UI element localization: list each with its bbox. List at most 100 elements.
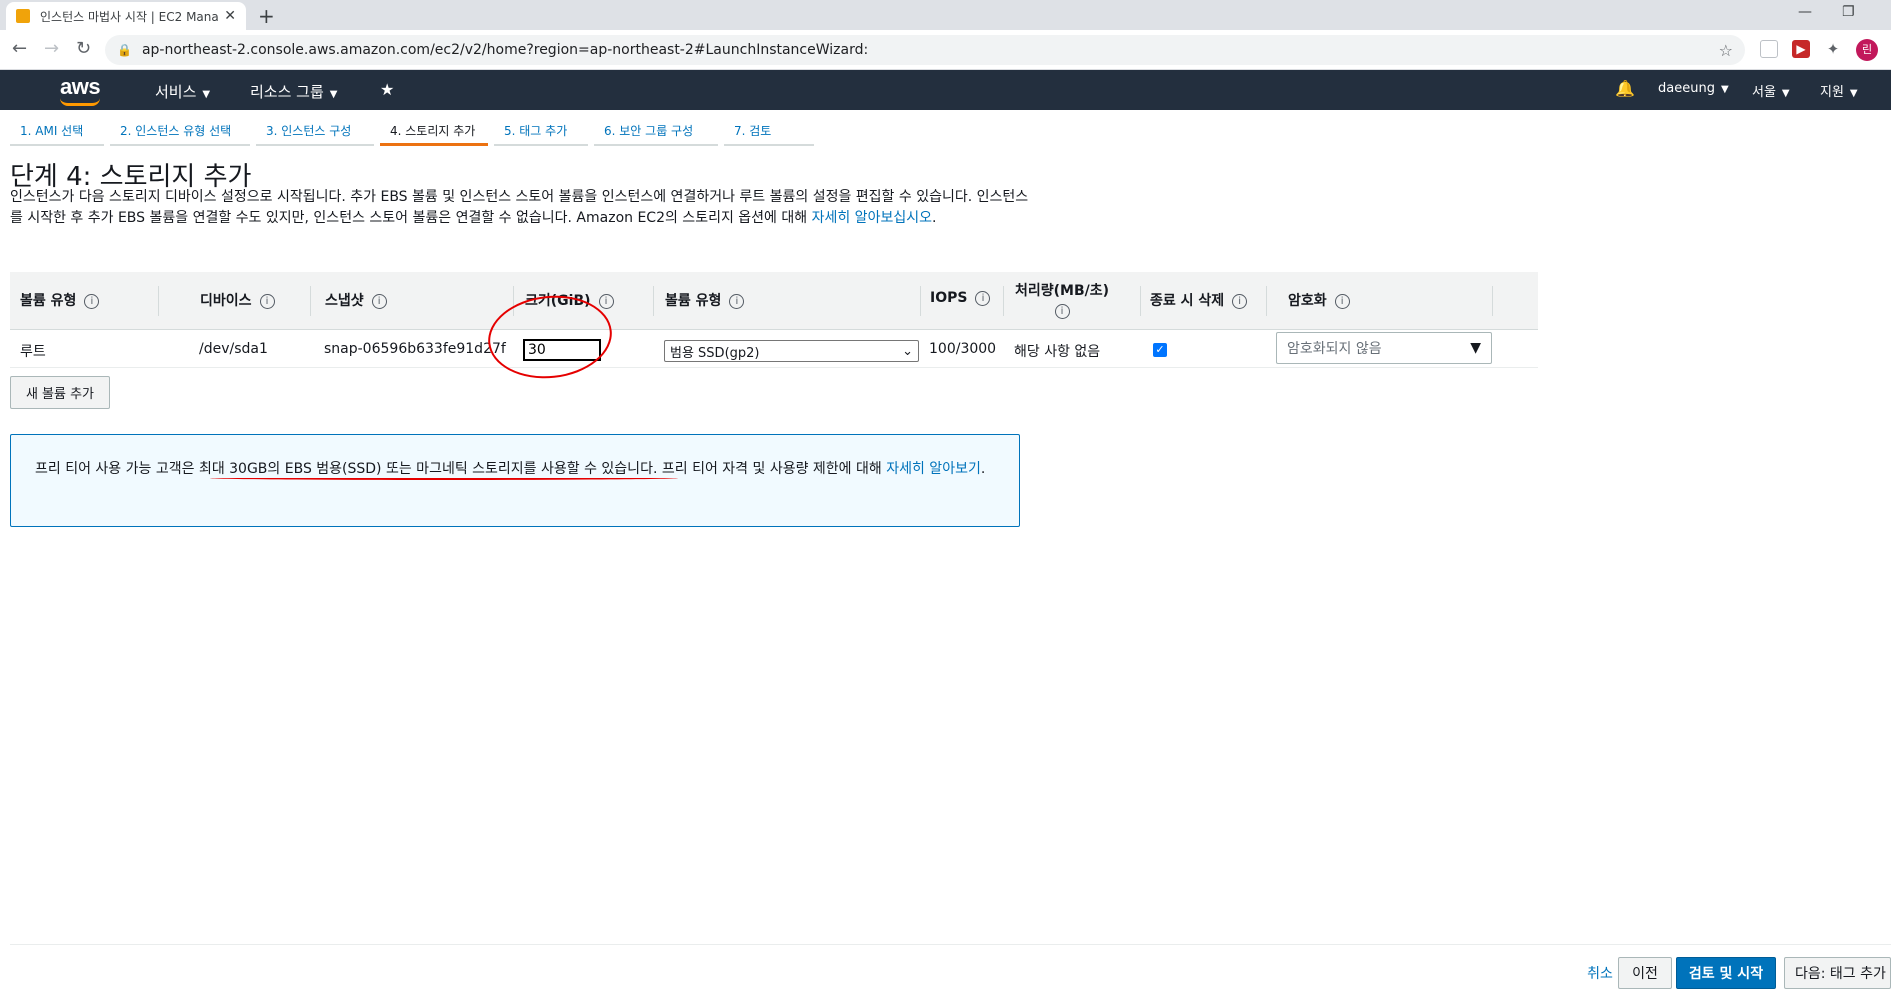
header-label: 디바이스 [200,293,252,309]
header-label: 볼륨 유형 [665,293,722,309]
address-bar[interactable]: 🔒 ap-northeast-2.console.aws.amazon.com/… [105,35,1745,65]
column-divider [1140,286,1141,316]
reload-icon[interactable]: ↻ [76,38,91,59]
region-label: 서울 [1752,85,1776,100]
cell-iops: 100/3000 [929,341,997,357]
aws-navbar: aws 서비스 ▼ 리소스 그룹 ▼ ★ 🔔 daeeung ▼ 서울 ▼ 지원 ▼ [0,70,1891,110]
user-label: daeeung [1658,81,1715,96]
alert-middle: . 프리 티어 자격 및 사용량 제한에 대해 [652,461,887,477]
region-menu[interactable]: 서울 ▼ [1752,81,1790,100]
profile-avatar[interactable]: 린 [1856,39,1878,61]
chevron-down-icon: ▼ [1849,88,1858,99]
chevron-down-icon: ▼ [1781,88,1790,99]
cell-device: /dev/sda1 [199,341,268,357]
header-snapshot: 스냅샷 i [325,290,387,310]
aws-logo[interactable]: aws [60,74,101,106]
column-divider [1003,286,1004,316]
learn-more-link[interactable]: 자세히 알아보십시오 [812,210,932,226]
bell-icon[interactable]: 🔔 [1615,79,1635,98]
table-row: 루트 /dev/sda1 snap-06596b633fe91d27f 범용 S… [10,330,1538,368]
extension-icon[interactable] [1760,40,1778,58]
header-delete-on-termination: 종료 시 삭제 i [1150,290,1248,310]
cell-snapshot: snap-06596b633fe91d27f [324,341,506,357]
alert-end: . [980,461,986,477]
aws-smile-icon [60,98,100,106]
tab-instance-type[interactable]: 2. 인스턴스 유형 선택 [110,118,250,146]
services-label: 서비스 [155,83,197,101]
chevron-down-icon: ▼ [202,89,211,100]
back-icon[interactable]: ← [12,38,27,59]
puzzle-icon[interactable]: ✦ [1824,40,1842,58]
lock-icon: 🔒 [117,43,132,57]
info-icon[interactable]: i [259,293,275,309]
page-description: 인스턴스가 다음 스토리지 디바이스 설정으로 시작됩니다. 추가 EBS 볼륨… [10,187,1030,229]
header-encryption: 암호화 i [1288,290,1350,310]
annotation-underline [210,476,678,480]
alert-highlight: 최대 30GB의 EBS 범용(SSD) 또는 마그네틱 스토리지를 사용할 수… [198,461,653,477]
pin-icon[interactable]: ★ [380,80,394,99]
free-tier-learn-more-link[interactable]: 자세히 알아보기 [886,461,981,477]
header-label: IOPS [930,290,968,306]
header-label: 스냅샷 [325,293,364,309]
support-menu[interactable]: 지원 ▼ [1820,81,1858,100]
wizard-footer: 취소 이전 검토 및 시작 다음: 태그 추가 [10,944,1891,1008]
chevron-down-icon: ▼ [1720,84,1729,95]
tab-add-storage[interactable]: 4. 스토리지 추가 [380,118,488,146]
header-throughput: 처리량(MB/초) i [1015,280,1109,319]
volume-type-select[interactable]: 범용 SSD(gp2) ⌄ [664,340,919,362]
new-tab-icon[interactable]: + [258,4,275,28]
free-tier-alert: 프리 티어 사용 가능 고객은 최대 30GB의 EBS 범용(SSD) 또는 … [10,434,1020,527]
tab-security-group[interactable]: 6. 보안 그룹 구성 [594,118,718,146]
bookmark-star-icon[interactable]: ☆ [1719,41,1733,60]
aws-favicon-icon [16,9,30,23]
review-and-launch-button[interactable]: 검토 및 시작 [1676,957,1776,989]
next-add-tags-button[interactable]: 다음: 태그 추가 [1784,957,1891,989]
tab-add-tags[interactable]: 5. 태그 추가 [494,118,588,146]
description-end: . [931,210,937,226]
browser-toolbar: ← → ↻ 🔒 ap-northeast-2.console.aws.amazo… [0,30,1891,70]
info-icon[interactable]: i [729,293,745,309]
forward-icon[interactable]: → [44,38,59,59]
restore-icon[interactable]: ❐ [1842,4,1855,20]
info-icon[interactable]: i [975,290,991,306]
chevron-down-icon: ⌄ [902,343,913,359]
wizard-steps: 1. AMI 선택 2. 인스턴스 유형 선택 3. 인스턴스 구성 4. 스토… [10,118,820,148]
browser-tab[interactable]: 인스턴스 마법사 시작 | EC2 Mana ✕ [6,2,246,30]
close-tab-icon[interactable]: ✕ [224,8,236,24]
resource-groups-label: 리소스 그룹 [250,83,324,101]
browser-tabstrip: 인스턴스 마법사 시작 | EC2 Mana ✕ + — ❐ [0,0,1891,30]
resource-groups-menu[interactable]: 리소스 그룹 ▼ [250,81,337,102]
column-divider [158,286,159,316]
extension-red-icon[interactable]: ▶ [1792,40,1810,58]
header-label: 종료 시 삭제 [1150,293,1225,309]
user-menu[interactable]: daeeung ▼ [1658,81,1729,96]
info-icon[interactable]: i [1054,304,1070,319]
minimize-icon[interactable]: — [1798,4,1812,20]
services-menu[interactable]: 서비스 ▼ [155,81,210,102]
column-divider [1266,286,1267,316]
header-iops: IOPS i [930,290,991,306]
info-icon[interactable]: i [598,293,614,309]
support-label: 지원 [1820,85,1844,100]
info-icon[interactable]: i [84,293,100,309]
chevron-down-icon: ▼ [329,89,338,100]
cell-throughput: 해당 사항 없음 [1014,344,1101,360]
info-icon[interactable]: i [1334,293,1350,309]
previous-button[interactable]: 이전 [1618,957,1672,989]
tab-review[interactable]: 7. 검토 [724,118,814,146]
tab-ami[interactable]: 1. AMI 선택 [10,118,104,146]
column-divider [310,286,311,316]
alert-prefix: 프리 티어 사용 가능 고객은 [35,461,199,477]
header-label: 볼륨 유형 [20,293,77,309]
header-label: 암호화 [1288,293,1327,309]
encryption-select[interactable]: 암호화되지 않음 ▼ [1276,332,1492,364]
cell-volume-type: 루트 [20,344,46,360]
info-icon[interactable]: i [371,293,387,309]
tab-instance-config[interactable]: 3. 인스턴스 구성 [256,118,374,146]
url-text: ap-northeast-2.console.aws.amazon.com/ec… [141,42,869,58]
add-volume-button[interactable]: 새 볼륨 추가 [10,376,110,409]
delete-on-termination-checkbox[interactable]: ✓ [1153,343,1167,357]
column-divider [920,286,921,316]
caret-down-icon: ▼ [1470,340,1481,356]
info-icon[interactable]: i [1232,293,1248,309]
